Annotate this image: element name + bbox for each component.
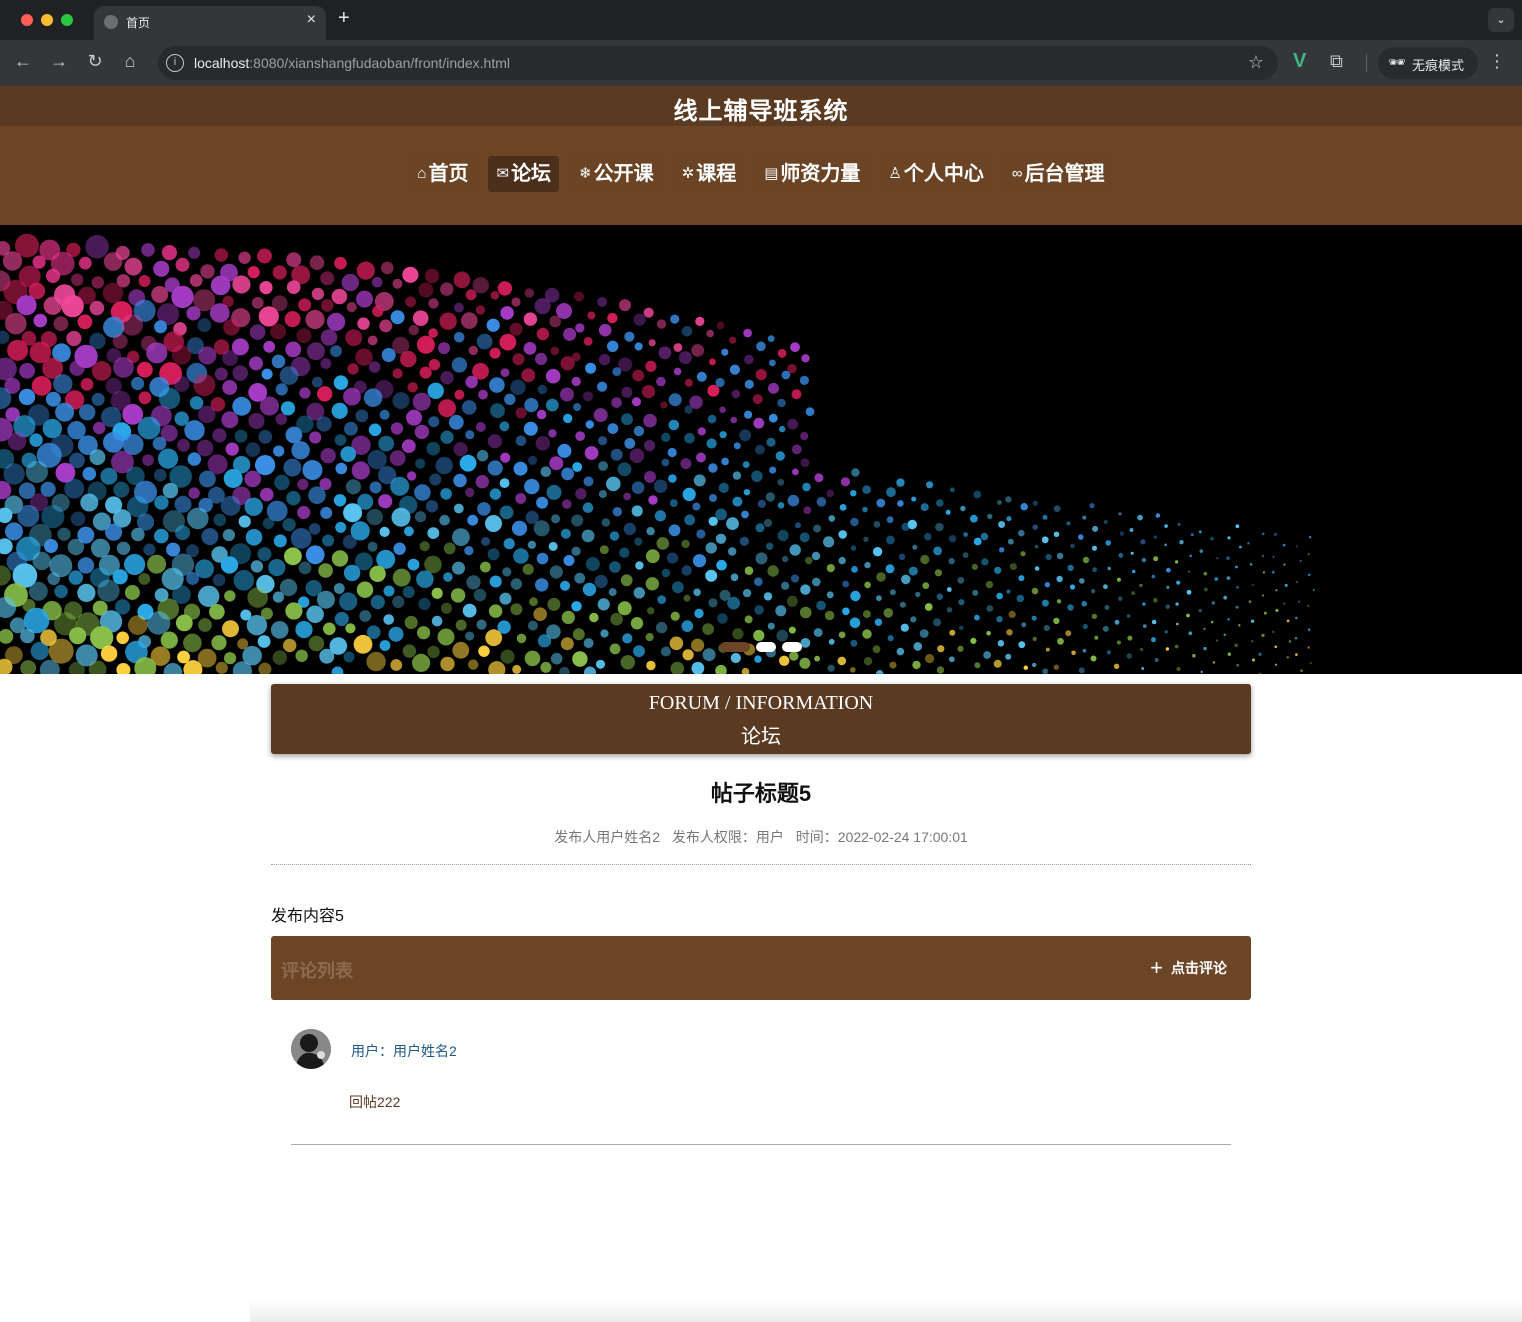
nav-item-label: 首页 — [428, 163, 469, 185]
nav-item[interactable]: ⌂ 首页 — [409, 156, 477, 192]
nav-item[interactable]: ❄ 公开课 — [571, 156, 662, 192]
incognito-indicator[interactable]: 🕶 无痕模式 — [1378, 47, 1478, 79]
carousel-dot[interactable] — [720, 642, 750, 652]
close-window-button[interactable] — [21, 14, 33, 26]
home-button-icon[interactable]: ⌂ — [118, 51, 142, 72]
tab-search-button[interactable]: ⌄ — [1488, 8, 1514, 32]
comment-text: 回帖222 — [349, 1094, 401, 1110]
home-icon: ⌂ — [417, 165, 427, 182]
incognito-label: 无痕模式 — [1412, 58, 1465, 73]
nav-item-label: 公开课 — [593, 163, 654, 185]
carousel-indicators — [720, 642, 802, 652]
browser-tab[interactable]: 首页 × — [94, 6, 326, 40]
incognito-icon: 🕶 — [1388, 54, 1406, 70]
post-divider — [271, 864, 1251, 865]
add-comment-label: 点击评论 — [1171, 960, 1227, 976]
carousel-dot[interactable] — [756, 642, 776, 652]
post-role: 发布人权限：用户 — [671, 829, 784, 845]
link-icon: ∞ — [1011, 165, 1023, 182]
reload-icon[interactable]: ↻ — [83, 51, 107, 72]
banner-image — [0, 233, 1316, 674]
comment-item: 用户：用户姓名2 回帖222 — [291, 1029, 1231, 1145]
news-icon: ▤ — [764, 165, 779, 182]
site-info-icon[interactable]: i — [166, 54, 184, 72]
loop-icon: ✲ — [681, 165, 695, 182]
globe-icon — [104, 15, 118, 29]
post-author: 发布人用户姓名2 — [554, 829, 660, 845]
browser-titlebar: 首页 × + ⌄ — [0, 0, 1522, 40]
page-viewport: 线上辅导班系统 ⌂ 首页 ✉ 论坛 ❄ 公开课 ✲ 课程 ▤ 师资力量 ♙ 个人中心 ∞ 后台管理 FOR… — [0, 86, 1522, 1322]
nav-list: ⌂ 首页 ✉ 论坛 ❄ 公开课 ✲ 课程 ▤ 师资力量 ♙ 个人中心 ∞ 后台管理 — [0, 156, 1522, 192]
post-time: 时间：2022-02-24 17:00:01 — [795, 829, 968, 845]
nav-item-label: 师资力量 — [780, 163, 861, 185]
close-tab-icon[interactable]: × — [307, 11, 316, 29]
page-bottom-shadow — [250, 1300, 1522, 1322]
nav-item[interactable]: ∞ 后台管理 — [1003, 156, 1113, 192]
user-icon: ♙ — [888, 165, 902, 182]
nav-item[interactable]: ✉ 论坛 — [488, 156, 560, 192]
mail-icon: ✉ — [496, 165, 510, 182]
minimize-window-button[interactable] — [41, 14, 53, 26]
avatar — [291, 1029, 331, 1069]
plus-icon: + — [1150, 955, 1163, 980]
post-title: 帖子标题5 — [710, 781, 812, 806]
section-title-en: FORUM / INFORMATION — [648, 692, 874, 714]
site-title: 线上辅导班系统 — [673, 98, 849, 125]
vue-devtools-icon[interactable]: V — [1293, 50, 1306, 73]
site-header: 线上辅导班系统 — [0, 86, 1522, 126]
browser-menu-icon[interactable]: ⋮ — [1488, 51, 1506, 72]
nav-item-label: 课程 — [696, 163, 737, 185]
nav-item[interactable]: ✲ 课程 — [673, 156, 745, 192]
nav-item[interactable]: ♙ 个人中心 — [880, 156, 992, 192]
add-comment-button[interactable]: + 点击评论 — [1150, 955, 1227, 980]
comment-user[interactable]: 用户：用户姓名2 — [351, 1041, 457, 1061]
extensions-puzzle-icon[interactable]: ⧉ — [1330, 51, 1343, 72]
forward-arrow-icon[interactable]: → — [47, 51, 71, 72]
bookmark-star-icon[interactable]: ☆ — [1248, 52, 1264, 73]
post-meta: 发布人用户姓名2 发布人权限：用户 时间：2022-02-24 17:00:01 — [271, 827, 1251, 847]
main-navbar: ⌂ 首页 ✉ 论坛 ❄ 公开课 ✲ 课程 ▤ 师资力量 ♙ 个人中心 ∞ 后台管理 — [0, 126, 1522, 225]
nav-item[interactable]: ▤ 师资力量 — [756, 156, 869, 192]
browser-toolbar: ← → ↻ ⌂ i localhost:8080/xianshangfudaob… — [0, 40, 1522, 86]
nav-item-label: 论坛 — [511, 163, 552, 185]
comment-list-header: 评论列表 + 点击评论 — [271, 936, 1251, 1000]
nav-item-label: 个人中心 — [903, 163, 984, 185]
snowflake-icon: ❄ — [579, 165, 592, 182]
back-arrow-icon[interactable]: ← — [11, 51, 35, 72]
comment-list-title: 评论列表 — [281, 961, 353, 981]
hero-carousel[interactable] — [0, 225, 1522, 674]
tab-title: 首页 — [126, 16, 151, 30]
avatar-silhouette-icon — [291, 1029, 331, 1069]
section-header: FORUM / INFORMATION 论坛 — [271, 684, 1251, 754]
section-title-cn: 论坛 — [741, 726, 781, 748]
url-text[interactable]: localhost:8080/xianshangfudaoban/front/i… — [194, 55, 510, 71]
new-tab-button[interactable]: + — [338, 7, 350, 30]
nav-item-label: 后台管理 — [1024, 163, 1105, 185]
maximize-window-button[interactable] — [61, 14, 73, 26]
toolbar-separator — [1366, 54, 1367, 72]
address-bar[interactable]: i localhost:8080/xianshangfudaoban/front… — [158, 46, 1278, 80]
carousel-dot[interactable] — [782, 642, 802, 652]
post-content: 发布内容5 — [271, 908, 344, 925]
